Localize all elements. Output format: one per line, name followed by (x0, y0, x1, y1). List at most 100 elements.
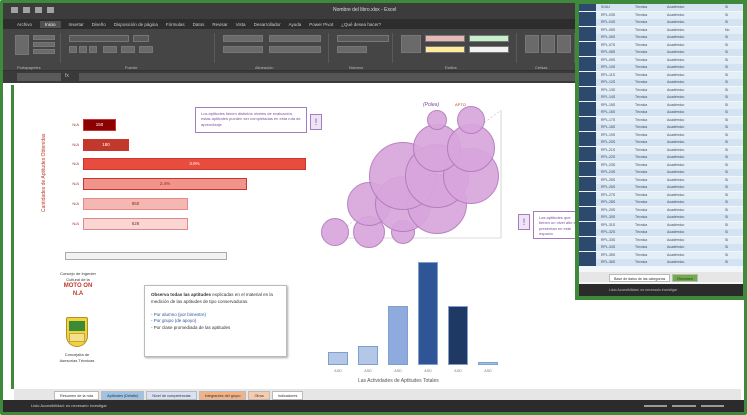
sheet-tab[interactable]: Nivel de competencias (146, 391, 197, 400)
fx-icon[interactable]: fx (65, 73, 75, 81)
sheet-tab[interactable]: Base de datos de las categorías (609, 274, 671, 282)
sheet-tab[interactable]: Resumen de la ruta (54, 391, 100, 400)
percent-button[interactable] (337, 46, 367, 53)
note-line-1: - Por alumno (por bimestre) (151, 311, 207, 317)
info-bar (65, 252, 227, 260)
table-cell: Académico (667, 5, 685, 9)
table-cell: Técnica (635, 27, 648, 32)
table-cell: Técnica (635, 200, 648, 204)
paste-button[interactable] (15, 35, 29, 55)
name-box[interactable] (17, 73, 61, 81)
table-cell (579, 49, 596, 56)
save-icon[interactable] (11, 7, 18, 13)
sheet-tab[interactable]: Otros (248, 391, 270, 400)
font-size-select[interactable] (133, 35, 149, 42)
fill-color-button[interactable] (121, 46, 135, 53)
ribbon-tab[interactable]: ¿Qué desea hacer? (341, 22, 381, 27)
zoom-slider[interactable] (644, 403, 724, 408)
table-row: RPL-34S Técnica Académico Si (579, 244, 743, 251)
ribbon-tab[interactable]: Fórmulas (166, 22, 185, 27)
style-normal[interactable] (469, 46, 509, 53)
borders-button[interactable] (103, 46, 117, 53)
ribbon-tab[interactable]: Archivo (17, 22, 32, 27)
table-cell: Técnica (635, 237, 648, 242)
vbar (388, 306, 408, 365)
table-cell (579, 41, 596, 49)
table-cell: Académico (667, 222, 685, 227)
align-top-button[interactable] (223, 35, 263, 42)
logo-bottom1: Concejalía de (64, 352, 90, 357)
italic-button[interactable] (79, 46, 87, 53)
cut-button[interactable] (33, 35, 55, 40)
table-cell: Académico (667, 237, 685, 242)
style-neutral[interactable] (425, 46, 465, 53)
number-format-select[interactable] (337, 35, 389, 42)
sheet-tab[interactable]: Indicadores (271, 391, 304, 400)
wrap-text-button[interactable] (269, 35, 321, 42)
table-cell (579, 176, 596, 184)
table-cell: Académico (667, 35, 685, 39)
sheet-tab[interactable]: Resumen (672, 274, 698, 282)
clipboard-group: Portapapeles (11, 33, 61, 70)
style-bad[interactable] (425, 35, 465, 42)
cells-group: Celdas (521, 33, 575, 70)
align-left-button[interactable] (223, 46, 263, 53)
font-name-select[interactable] (69, 35, 129, 42)
redo-icon[interactable] (35, 7, 42, 13)
vertical-bar-chart: ASD ASD ASD ASD ASD ASD (318, 251, 518, 377)
hbar-category: N/A (72, 142, 79, 147)
ribbon-tab[interactable]: Inicio (40, 20, 61, 28)
undo-icon[interactable] (23, 7, 30, 13)
table-cell: Si (725, 192, 729, 197)
ribbon-tab[interactable]: Revisar (212, 22, 227, 27)
table-row: RPL-29S Técnica Académico Si (579, 206, 743, 214)
table-cell (579, 229, 596, 236)
bold-button[interactable] (69, 46, 77, 53)
ribbon-tab[interactable]: Desarrollador (254, 22, 281, 27)
customize-icon[interactable] (47, 7, 54, 13)
table-cell (579, 259, 596, 266)
table-row: RPL-25S Técnica Académico Si (579, 176, 743, 184)
table-row: RPL-07S Técnica Académico Si (579, 41, 743, 49)
ribbon-tab[interactable]: Diseño (92, 22, 106, 27)
table-cell: RPL-14S (601, 95, 616, 99)
table-cell: Técnica (635, 140, 648, 144)
table-row: RPL-36S Técnica Académico Si (579, 259, 743, 266)
table-cell: Académico (667, 245, 685, 249)
bubble-chart (321, 106, 505, 248)
table-cell: No (725, 27, 730, 32)
font-color-button[interactable] (139, 46, 153, 53)
ribbon-tab[interactable]: Ayuda (289, 22, 302, 27)
note-bold: Observa todas las aptitudes (151, 292, 212, 297)
delete-cells-button[interactable] (541, 35, 555, 53)
table-cell: Académico (667, 95, 685, 99)
hbar: 3.6% (83, 158, 306, 170)
table-cell: RPL-32S (601, 230, 616, 234)
table-row: RPL-26S Técnica Académico Si (579, 184, 743, 191)
ribbon-tab[interactable]: Disposición de página (114, 22, 158, 27)
merge-center-button[interactable] (269, 46, 321, 53)
table-row: RPL-06S Técnica Académico Si (579, 34, 743, 41)
sheet-tab[interactable]: Integrantes del grupo (198, 391, 247, 400)
format-painter-button[interactable] (33, 49, 55, 54)
table-cell: RPL-26S (601, 185, 616, 189)
table-cell (579, 169, 596, 176)
ribbon-tab[interactable]: Insertar (69, 22, 84, 27)
formula-input[interactable] (79, 73, 579, 81)
insert-cells-button[interactable] (525, 35, 539, 53)
sheet-tabs: Resumen de la ruta Aptitudes (Detalle) Niv… (14, 389, 741, 400)
format-cells-button[interactable] (557, 35, 571, 53)
copy-button[interactable] (33, 42, 55, 47)
table-cell (579, 146, 596, 154)
sheet-tab[interactable]: Aptitudes (Detalle) (101, 391, 145, 400)
table-cell: Técnica (635, 72, 648, 77)
table-cell: Si (725, 5, 729, 9)
style-good[interactable] (469, 35, 509, 42)
ribbon-tab[interactable]: Power Pivot (309, 22, 333, 27)
conditional-format-button[interactable] (401, 35, 421, 53)
underline-button[interactable] (89, 46, 97, 53)
ribbon-tab[interactable]: Datos (193, 22, 205, 27)
table-cell (579, 251, 596, 259)
table-cell (579, 86, 596, 94)
ribbon-tab[interactable]: Vista (236, 22, 246, 27)
